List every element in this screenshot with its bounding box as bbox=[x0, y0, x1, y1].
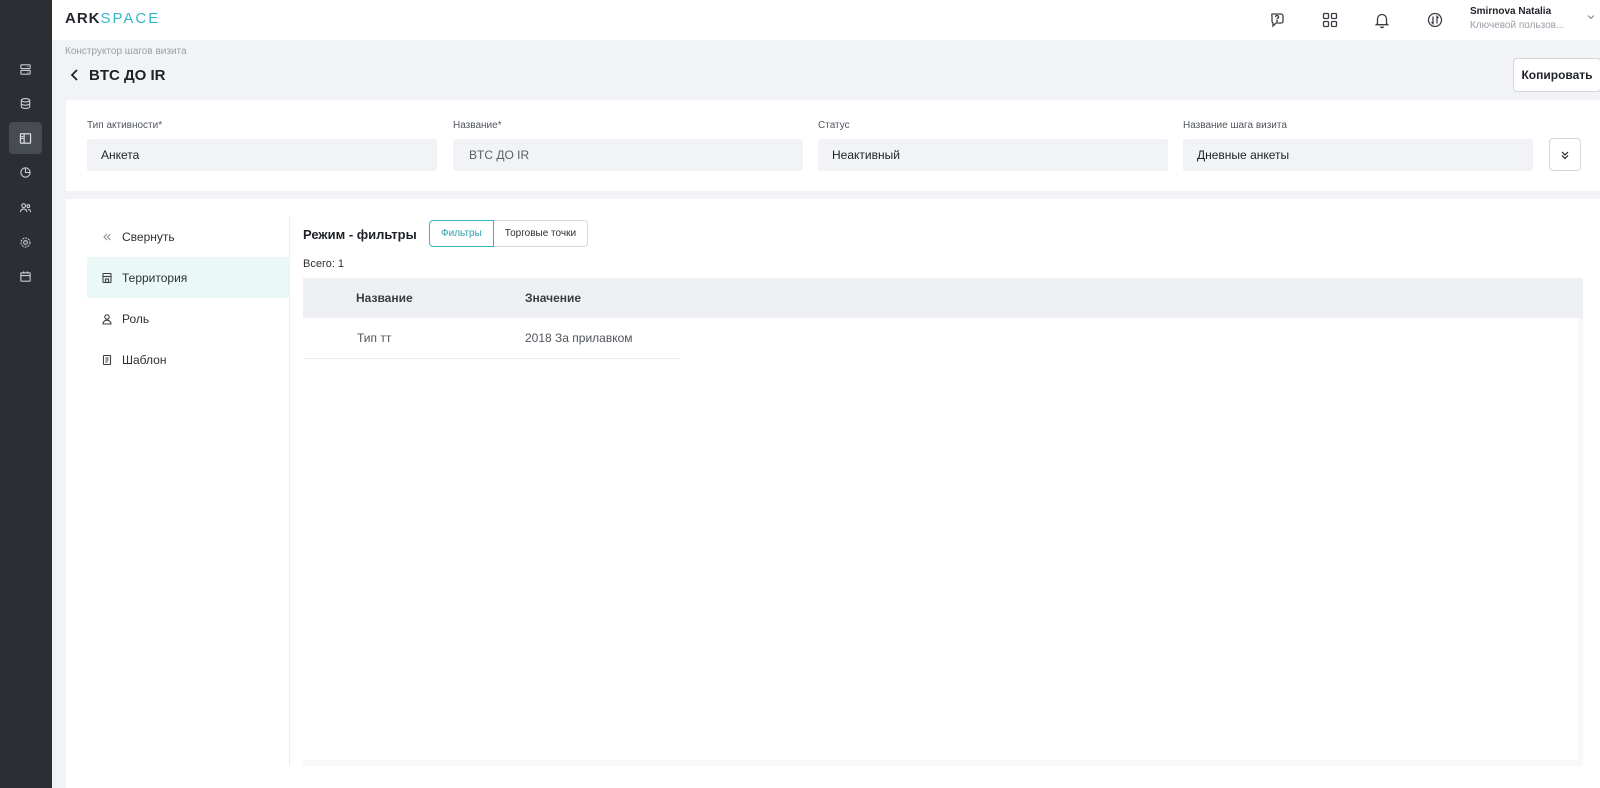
total-label: Всего: bbox=[303, 258, 335, 270]
table-body bbox=[303, 318, 1578, 760]
cell-name: Тип тт bbox=[357, 331, 392, 345]
mode-segmented-control: Фильтры Торговые точки bbox=[429, 220, 589, 247]
gear-icon bbox=[20, 236, 31, 248]
field-activity-type: Тип активности* Анкета bbox=[87, 120, 437, 171]
chevron-down-icon[interactable] bbox=[1586, 12, 1596, 22]
expand-button[interactable] bbox=[1549, 138, 1581, 171]
field-step-name: Название шага визита Дневные анкеты bbox=[1183, 120, 1533, 171]
activity-type-input[interactable]: Анкета bbox=[87, 139, 437, 171]
sidenav-item-role[interactable]: Роль bbox=[87, 298, 289, 339]
field-label: Название* bbox=[453, 120, 502, 131]
user-name: Smirnova Natalia bbox=[1470, 6, 1552, 17]
user-icon bbox=[102, 313, 112, 325]
segment-outlets[interactable]: Торговые точки bbox=[493, 220, 589, 247]
table-row[interactable]: Тип тт 2018 За прилавком bbox=[303, 318, 681, 359]
sidenav-item-territory[interactable]: Территория bbox=[87, 257, 289, 298]
sidenav-item-label: Шаблон bbox=[122, 352, 167, 367]
details-card: Тип активности* Анкета Название* BTC ДО … bbox=[66, 100, 1600, 191]
help-button[interactable] bbox=[1266, 8, 1290, 32]
sidenav-item-label: Роль bbox=[122, 311, 150, 326]
side-navigation: Свернуть Территория Роль Шаблон bbox=[87, 216, 289, 380]
sidenav-item-label: Территория bbox=[122, 270, 188, 285]
cell-value: 2018 За прилавком bbox=[525, 331, 633, 345]
field-name: Название* BTC ДО IR bbox=[453, 120, 803, 171]
apps-grid-icon bbox=[1322, 12, 1338, 28]
page-title: BTC ДО IR bbox=[89, 67, 166, 84]
double-chevron-down-icon bbox=[1561, 151, 1569, 159]
field-label: Название шага визита bbox=[1183, 120, 1287, 131]
name-input[interactable]: BTC ДО IR bbox=[453, 139, 803, 171]
pie-chart-icon bbox=[20, 166, 31, 178]
store-icon bbox=[102, 272, 112, 283]
users-icon bbox=[19, 202, 32, 212]
status-select[interactable]: Неактивный bbox=[818, 139, 1168, 171]
filters-table: Название Значение Тип тт 2018 За прилавк… bbox=[303, 278, 1583, 766]
rail-item-database[interactable] bbox=[9, 87, 42, 119]
field-label: Тип активности* bbox=[87, 120, 163, 131]
sidenav-item-template[interactable]: Шаблон bbox=[87, 339, 289, 380]
column-header-name[interactable]: Название bbox=[356, 291, 413, 305]
copy-button[interactable]: Копировать bbox=[1513, 58, 1600, 92]
database-icon bbox=[20, 97, 31, 109]
layout-icon bbox=[19, 132, 32, 144]
template-icon bbox=[102, 354, 112, 365]
total-value: 1 bbox=[337, 258, 345, 270]
server-icon bbox=[20, 63, 31, 75]
help-chat-icon bbox=[1271, 13, 1284, 28]
notifications-button[interactable] bbox=[1370, 8, 1394, 32]
calendar-icon bbox=[20, 270, 31, 282]
field-label: Статус bbox=[818, 120, 850, 131]
total-count: Всего: 1 bbox=[303, 258, 344, 270]
user-menu[interactable]: Smirnova Natalia Ключевой пользов... bbox=[1470, 6, 1580, 31]
collapse-label: Свернуть bbox=[122, 229, 175, 244]
top-header: ARKSPACE Smirnova Natalia Ключевой польз… bbox=[52, 0, 1600, 40]
sidenav-divider bbox=[289, 216, 290, 766]
back-arrow-icon[interactable] bbox=[68, 68, 82, 82]
rail-item-reports[interactable] bbox=[9, 156, 42, 188]
rail-item-servers[interactable] bbox=[9, 53, 42, 85]
segment-filters[interactable]: Фильтры bbox=[429, 220, 494, 247]
mode-title: Режим - фильтры bbox=[303, 227, 417, 242]
step-name-select[interactable]: Дневные анкеты bbox=[1183, 139, 1533, 171]
sync-button[interactable] bbox=[1423, 8, 1447, 32]
rail-item-settings[interactable] bbox=[9, 226, 42, 258]
column-header-value[interactable]: Значение bbox=[525, 291, 581, 305]
double-chevron-left-icon bbox=[103, 233, 111, 240]
rail-item-calendar[interactable] bbox=[9, 260, 42, 292]
rail-item-users[interactable] bbox=[9, 191, 42, 223]
bell-icon bbox=[1374, 13, 1390, 29]
collapse-button[interactable]: Свернуть bbox=[87, 216, 289, 257]
table-header: Название Значение bbox=[303, 278, 1583, 318]
field-status: Статус Неактивный bbox=[818, 120, 1168, 171]
user-role: Ключевой пользов... bbox=[1470, 20, 1565, 31]
left-rail bbox=[0, 0, 52, 788]
sync-icon bbox=[1427, 12, 1443, 28]
app-logo[interactable]: ARKSPACE bbox=[65, 10, 160, 27]
rail-item-layout[interactable] bbox=[9, 122, 42, 154]
breadcrumb[interactable]: Конструктор шагов визита bbox=[65, 46, 187, 57]
apps-button[interactable] bbox=[1318, 8, 1342, 32]
